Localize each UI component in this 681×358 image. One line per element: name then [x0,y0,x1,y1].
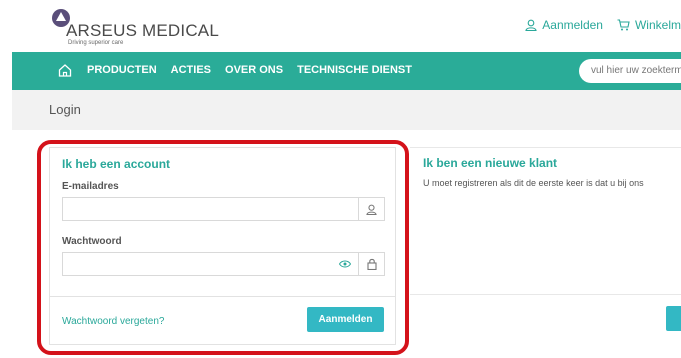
page-title-bar: Login [12,90,681,130]
cart-icon [617,19,630,31]
page-title: Login [49,102,81,117]
nav-item-producten[interactable]: PRODUCTEN [87,64,157,76]
login-link-label: Aanmelden [542,18,603,32]
nav-item-over-ons[interactable]: OVER ONS [225,64,283,76]
register-button[interactable] [666,306,681,331]
main-nav: PRODUCTEN ACTIES OVER ONS TECHNISCHE DIE… [12,52,681,90]
nav-menu: PRODUCTEN ACTIES OVER ONS TECHNISCHE DIE… [87,64,426,76]
search-input[interactable]: vul hier uw zoekterm [579,59,681,83]
new-customer-divider [410,294,681,295]
new-customer-border-top [410,147,681,148]
brand-tagline: Driving superior care [68,40,124,46]
nav-item-technische-dienst[interactable]: TECHNISCHE DIENST [297,64,412,76]
account-links: Aanmelden Winkelm [525,18,681,32]
cart-link-label: Winkelm [634,18,681,32]
highlight-annotation [37,140,409,355]
user-icon [525,19,537,31]
brand-name: ARSEUS MEDICAL [66,21,220,40]
home-icon [58,64,72,77]
site-header: ARSEUS MEDICAL Driving superior care Aan… [0,0,681,52]
cart-link[interactable]: Winkelm [617,18,681,32]
nav-item-acties[interactable]: ACTIES [171,64,211,76]
new-customer-title: Ik ben een nieuwe klant [423,156,558,170]
nav-home[interactable] [58,64,72,82]
new-customer-text: U moet registreren als dit de eerste kee… [423,178,644,188]
login-link[interactable]: Aanmelden [525,18,603,32]
